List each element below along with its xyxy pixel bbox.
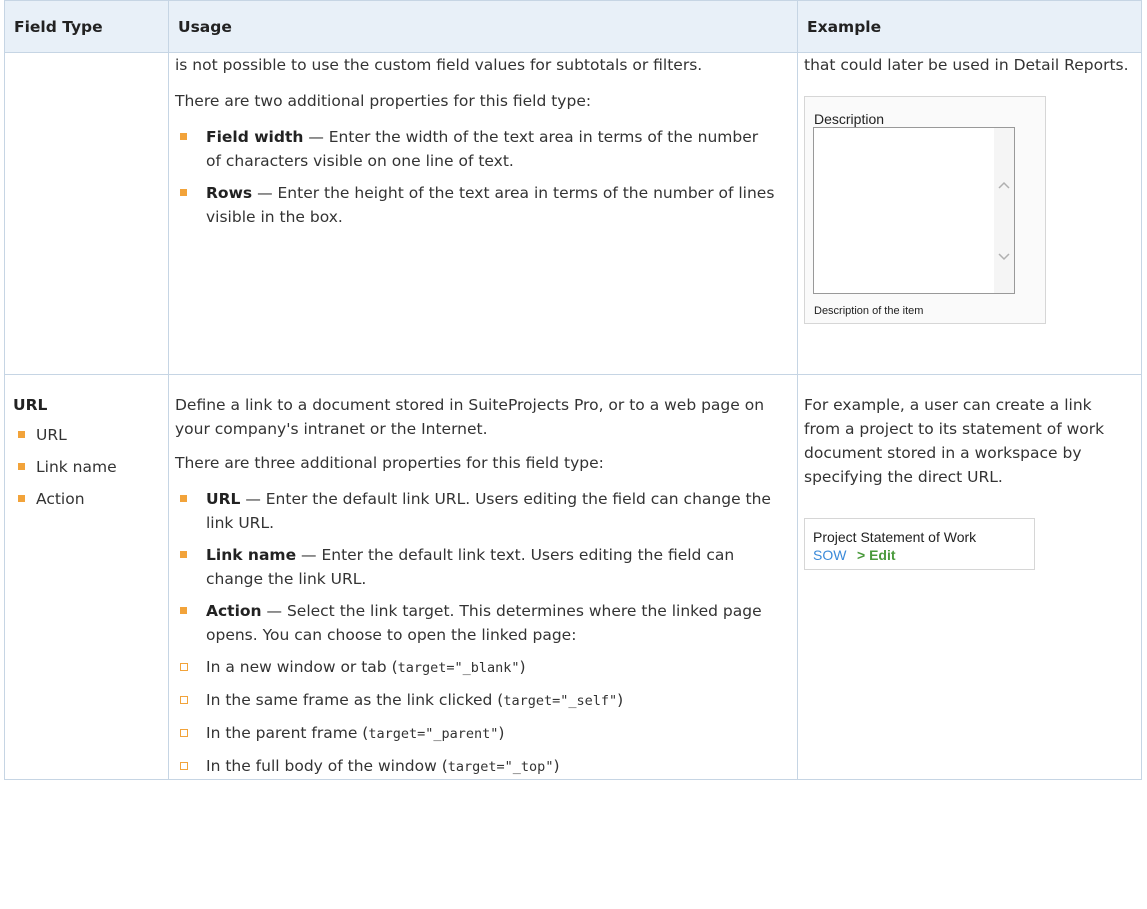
list-item: Link name	[13, 455, 168, 479]
option-code: target="_top"	[447, 759, 554, 775]
option-code: target="_parent"	[368, 726, 499, 742]
list-item: In the full body of the window (target="…	[175, 754, 777, 779]
table-row: URL URL Link name Action Define a link t…	[4, 374, 1142, 780]
header-example: Example	[797, 0, 1142, 53]
list-item: Action — Select the link target. This de…	[175, 599, 777, 779]
list-item: URL — Enter the default link URL. Users …	[175, 487, 777, 535]
option-text: In the full body of the window (	[206, 757, 448, 775]
url-field-example: Project Statement of Work SOW > Edit	[804, 518, 1035, 570]
property-term: Field width	[206, 128, 304, 146]
example-text: For example, a user can create a link fr…	[804, 396, 1105, 486]
option-code: target="_blank"	[397, 660, 520, 676]
example-cell: that could later be used in Detail Repor…	[797, 52, 1142, 375]
list-item: Action	[13, 487, 168, 511]
field-type-table: Field Type Usage Example is not possible…	[4, 0, 1142, 780]
property-text: — Enter the height of the text area in t…	[206, 184, 775, 226]
list-item: Field width — Enter the width of the tex…	[175, 125, 777, 173]
field-type-cell	[4, 52, 169, 375]
property-list: URL — Enter the default link URL. Users …	[175, 487, 777, 779]
property-term: Action	[206, 602, 262, 620]
list-item: In the same frame as the link clicked (t…	[175, 688, 777, 713]
chevron-down-icon	[998, 253, 1010, 261]
textarea-scrollbar	[994, 128, 1014, 293]
list-item: Link name — Enter the default link text.…	[175, 543, 777, 591]
option-end: )	[617, 691, 624, 709]
list-item: In the parent frame (target="_parent")	[175, 721, 777, 746]
option-code: target="_self"	[503, 693, 618, 709]
property-term: URL	[206, 490, 241, 508]
edit-link[interactable]: > Edit	[857, 543, 896, 567]
field-type-items: URL Link name Action	[13, 423, 168, 511]
usage-intro: is not possible to use the custom field …	[175, 56, 703, 74]
option-end: )	[553, 757, 560, 775]
header-field-type: Field Type	[4, 0, 169, 53]
property-term: Link name	[206, 546, 297, 564]
usage-cell: Define a link to a document stored in Su…	[168, 374, 798, 780]
field-type-title: URL	[13, 396, 48, 414]
property-term: Rows	[206, 184, 253, 202]
table-header-row: Field Type Usage Example	[4, 0, 1142, 53]
list-item: Rows — Enter the height of the text area…	[175, 181, 777, 229]
field-type-cell: URL URL Link name Action	[4, 374, 169, 780]
header-usage: Usage	[168, 0, 798, 53]
description-textarea	[813, 127, 1015, 294]
property-text: — Enter the default link URL. Users edit…	[206, 490, 771, 532]
example-cell: For example, a user can create a link fr…	[797, 374, 1142, 780]
table-row: is not possible to use the custom field …	[4, 52, 1142, 375]
chevron-up-icon	[998, 181, 1010, 189]
usage-intro: Define a link to a document stored in Su…	[175, 396, 765, 438]
list-item: URL	[13, 423, 168, 447]
sow-link[interactable]: SOW	[813, 543, 846, 567]
option-text: In a new window or tab (	[206, 658, 398, 676]
property-list: Field width — Enter the width of the tex…	[175, 125, 777, 229]
description-field-example: Description Description of the item	[804, 96, 1046, 324]
description-help-text: Description of the item	[814, 305, 924, 317]
option-text: In the parent frame (	[206, 724, 369, 742]
option-end: )	[519, 658, 526, 676]
property-text: — Select the link target. This determine…	[206, 602, 762, 644]
example-text: that could later be used in Detail Repor…	[804, 56, 1129, 74]
usage-props-intro: There are three additional properties fo…	[175, 454, 604, 472]
list-item: In a new window or tab (target="_blank")	[175, 655, 777, 680]
usage-props-intro: There are two additional properties for …	[175, 92, 592, 110]
usage-cell: is not possible to use the custom field …	[168, 52, 798, 375]
option-end: )	[498, 724, 505, 742]
target-options-list: In a new window or tab (target="_blank")…	[175, 655, 777, 779]
option-text: In the same frame as the link clicked (	[206, 691, 504, 709]
